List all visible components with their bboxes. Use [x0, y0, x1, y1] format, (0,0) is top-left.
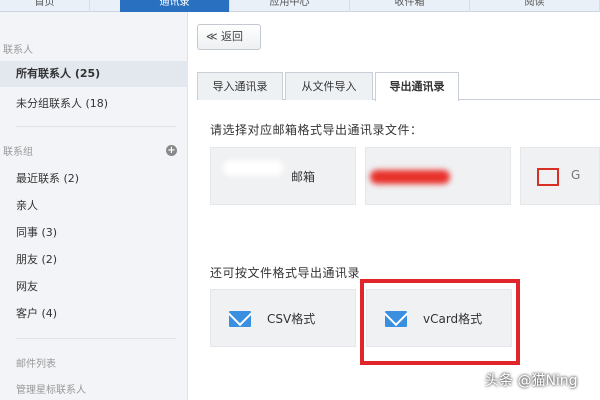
redacted-mailbox-icon — [223, 160, 283, 176]
sidebar-item-family[interactable]: 亲人 — [16, 197, 38, 213]
mailbox-card-1[interactable]: 邮箱 — [210, 147, 356, 205]
mailbox-card-gmail[interactable]: G — [520, 147, 600, 205]
tab-import-from-file[interactable]: 从文件导入 — [285, 72, 373, 100]
watermark: 头条 @猫Ning — [485, 373, 578, 389]
gmail-icon — [537, 168, 559, 186]
file-format-prompt: 还可按文件格式导出通讯录 — [210, 266, 361, 280]
sidebar-divider — [16, 126, 176, 127]
mailbox-card-label: 邮箱 — [291, 170, 316, 184]
sidebar-item-colleagues[interactable]: 同事 (3) — [16, 224, 57, 240]
sidebar-item-manage-star[interactable]: 管理星标联系人 — [16, 381, 86, 396]
groups-section-title: 联系组 — [3, 147, 33, 158]
sidebar-item-clients[interactable]: 客户 (4) — [16, 305, 57, 321]
sidebar-item-recent[interactable]: 最近联系 (2) — [16, 170, 79, 186]
csv-format-label: CSV格式 — [267, 312, 316, 326]
redacted-red-logo — [370, 170, 450, 184]
csv-format-button[interactable]: CSV格式 — [210, 289, 356, 347]
sidebar-item-mail-list[interactable]: 邮件列表 — [16, 355, 56, 370]
sidebar-item-netfriends[interactable]: 网友 — [16, 278, 38, 294]
add-group-icon[interactable]: + — [166, 145, 177, 156]
gmail-label: G — [571, 168, 581, 182]
sidebar: 联系人 所有联系人 (25) 未分组联系人 (18) 联系组 + 最近联系 (2… — [0, 12, 188, 400]
mailbox-card-2[interactable] — [365, 147, 511, 205]
sidebar-item-all-contacts[interactable]: 所有联系人 (25) — [0, 61, 188, 87]
highlight-box — [360, 279, 520, 365]
top-nav: 首页 通讯录 应用中心 收件箱 阅读 — [0, 0, 600, 12]
sidebar-divider — [16, 338, 176, 339]
tab-app-center[interactable]: 应用中心 — [230, 0, 350, 12]
envelope-icon — [229, 311, 251, 327]
sidebar-item-ungrouped[interactable]: 未分组联系人 (18) — [16, 95, 108, 111]
tab-import-contacts[interactable]: 导入通讯录 — [197, 72, 283, 100]
back-button[interactable]: ≪ 返回 — [197, 24, 261, 50]
tab-reading[interactable]: 阅读 — [470, 0, 600, 12]
tab-home[interactable]: 首页 — [0, 0, 90, 12]
tab-inbox[interactable]: 收件箱 — [350, 0, 470, 12]
export-prompt: 请选择对应邮箱格式导出通讯录文件： — [210, 123, 423, 137]
sidebar-item-friends[interactable]: 朋友 (2) — [16, 251, 57, 267]
tab-bar: 导入通讯录 从文件导入 导出通讯录 — [197, 72, 600, 101]
tab-contacts[interactable]: 通讯录 — [120, 0, 230, 12]
tab-export-contacts[interactable]: 导出通讯录 — [375, 72, 459, 101]
contacts-section-title: 联系人 — [3, 45, 33, 56]
